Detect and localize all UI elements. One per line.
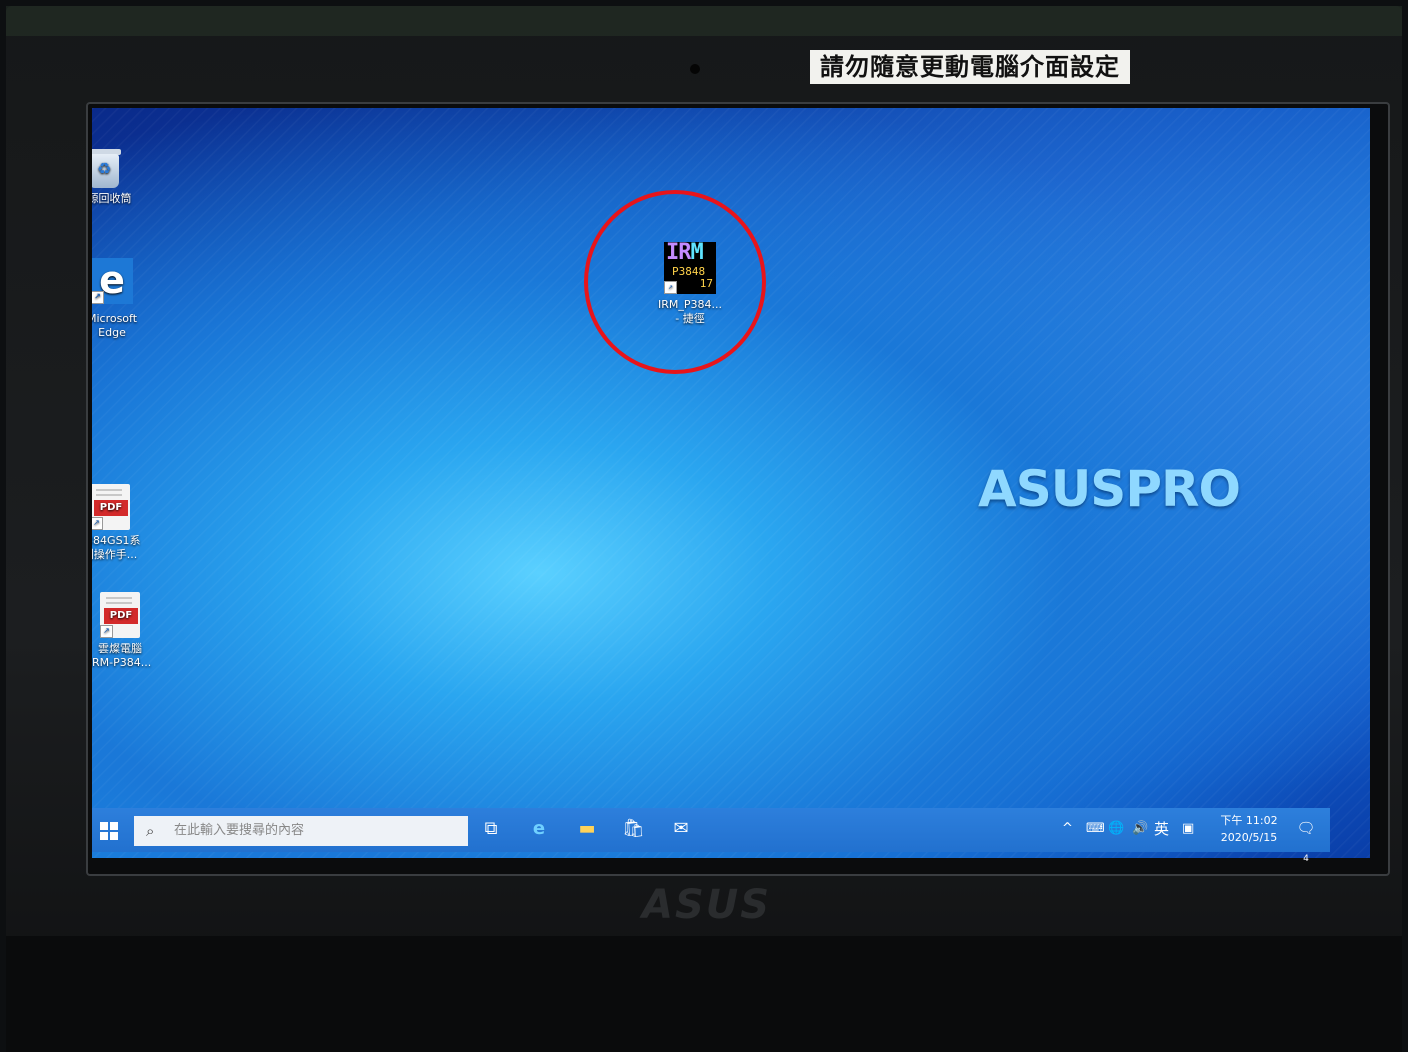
shortcut-arrow-icon: ↗ [100, 625, 113, 638]
show-hidden-icons-button[interactable]: ^ [1062, 820, 1073, 838]
desktop-icon-pdf-irm[interactable]: PDF ↗ 雲燦電腦 IRM-P384... [92, 592, 160, 670]
input-method-indicator[interactable]: 英 [1154, 820, 1169, 838]
desktop-icon-label: 雲燦電腦 [98, 642, 142, 655]
desktop-icon-label: 資源回收筒 [92, 192, 132, 205]
action-center-button[interactable]: 🗨4 [1294, 816, 1318, 864]
clock-time: 下午 11:02 [1220, 814, 1278, 827]
shortcut-arrow-icon: ↗ [92, 517, 103, 530]
notice-sticker: 請勿隨意更動電腦介面設定 [810, 50, 1130, 84]
desktop-icon-recycle-bin[interactable]: ♻ 資源回收筒 [92, 146, 144, 206]
ime-mode-icon[interactable]: ▣ [1182, 820, 1194, 838]
desktop-icon-label: Microsoft [92, 312, 138, 325]
wallpaper-brand: ASUSPRO [978, 460, 1241, 518]
store-icon[interactable]: 🛍 [622, 818, 645, 840]
search-icon: ⌕ [146, 822, 155, 840]
webcam [690, 64, 700, 74]
file-explorer-icon[interactable]: ▬ [576, 818, 598, 840]
pdf-icon: PDF ↗ [92, 484, 130, 530]
search-placeholder: 在此輸入要搜尋的內容 [174, 823, 305, 838]
search-box[interactable]: ⌕ 在此輸入要搜尋的內容 [134, 816, 468, 846]
desktop-icon-label: IRM-P384... [92, 656, 152, 669]
desktop-icon-label: P384GS1系 [92, 534, 141, 547]
keyboard-icon[interactable]: ⌨ [1086, 820, 1105, 838]
background-strip [6, 6, 1402, 36]
desktop-icon-label: 列操作手... [92, 548, 138, 561]
network-icon[interactable]: 🌐 [1108, 820, 1124, 838]
taskbar: ⌕ 在此輸入要搜尋的內容 ⧉ e ▬ 🛍 ✉ ^ ⌨ 🌐 🔊 英 ▣ 下午 11… [92, 808, 1330, 864]
notification-count: 4 [1303, 854, 1309, 864]
desktop-icon-label: Edge [98, 326, 126, 339]
mail-icon[interactable]: ✉ [670, 818, 692, 840]
highlight-circle [584, 190, 766, 374]
pdf-tag: PDF [94, 500, 128, 516]
desktop[interactable]: ♻ 資源回收筒 e↗ Microsoft Edge IRM P3848 17 ↗… [92, 108, 1370, 858]
clock[interactable]: 下午 11:02 2020/5/15 [1214, 812, 1284, 846]
laptop-brand-logo: ASUS [642, 882, 772, 928]
start-button[interactable] [100, 822, 118, 840]
keyboard-deck [6, 936, 1402, 1052]
pdf-tag: PDF [104, 608, 138, 624]
edge-icon[interactable]: e [528, 818, 550, 840]
pdf-icon: PDF ↗ [100, 592, 140, 638]
desktop-icon-edge[interactable]: e↗ Microsoft Edge [92, 258, 152, 340]
desktop-icon-pdf-manual[interactable]: PDF ↗ P384GS1系 列操作手... [92, 484, 150, 562]
shortcut-arrow-icon: ↗ [92, 291, 104, 304]
recycle-bin-icon: ♻ [92, 146, 123, 188]
notification-icon: 🗨 [1296, 819, 1316, 837]
task-view-icon[interactable]: ⧉ [480, 818, 502, 840]
edge-icon: e ↗ [92, 258, 133, 304]
clock-date: 2020/5/15 [1220, 831, 1278, 844]
volume-icon[interactable]: 🔊 [1132, 820, 1148, 838]
